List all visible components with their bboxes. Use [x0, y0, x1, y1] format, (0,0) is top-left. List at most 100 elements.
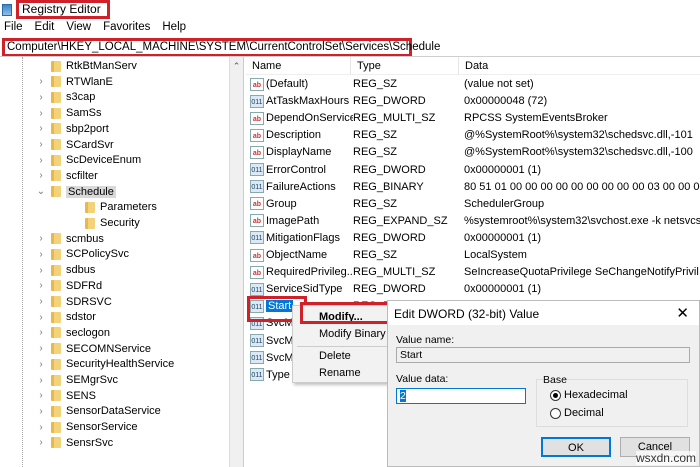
menu-view[interactable]: View [66, 21, 91, 33]
chevron-right-icon[interactable]: › [36, 327, 46, 338]
value-type: REG_MULTI_SZ [353, 112, 436, 125]
tree-item-label: s3cap [66, 91, 96, 104]
ok-button[interactable]: OK [541, 437, 611, 457]
binary-value-icon: 011 [250, 94, 264, 108]
menu-separator [297, 346, 387, 347]
tree-item[interactable]: › SEMgrSvc [36, 372, 118, 388]
chevron-right-icon[interactable]: › [36, 296, 46, 307]
tree-item[interactable]: › sdbus [36, 262, 95, 278]
chevron-right-icon[interactable]: › [36, 437, 46, 448]
chevron-right-icon[interactable]: › [36, 406, 46, 417]
value-name: FailureActions [266, 180, 336, 193]
menu-favorites[interactable]: Favorites [103, 21, 150, 33]
tree-item[interactable]: › s3cap [36, 89, 95, 105]
tree-item[interactable]: › sbp2port [36, 121, 108, 137]
string-value-icon: ab [250, 197, 264, 211]
close-icon[interactable]: ✕ [676, 304, 689, 322]
chevron-right-icon[interactable]: › [36, 390, 46, 401]
tree-item[interactable]: › SensrSvc [36, 435, 113, 451]
tree-item-label: Security [100, 217, 140, 229]
column-type[interactable]: Type [351, 57, 459, 74]
tree-item[interactable]: › SCPolicySvc [36, 246, 129, 262]
folder-icon [51, 374, 61, 386]
chevron-right-icon[interactable]: › [36, 92, 46, 103]
radio-unchecked-icon [550, 407, 561, 419]
chevron-right-icon[interactable]: › [36, 312, 46, 323]
chevron-right-icon[interactable]: › [36, 155, 46, 166]
tree-item[interactable]: › SensorDataService [36, 403, 160, 419]
chevron-right-icon[interactable]: › [36, 343, 46, 354]
tree-scrollbar[interactable]: ⌃ [230, 57, 244, 467]
tree-item[interactable]: ⌄ Schedule [36, 184, 116, 200]
chevron-right-icon[interactable]: › [36, 123, 46, 134]
value-row[interactable]: ab ObjectName REG_SZ LocalSystem [250, 247, 700, 263]
tree-item[interactable]: › seclogon [36, 325, 110, 341]
value-name-field[interactable]: Start [396, 347, 690, 363]
tree-item[interactable]: › scmbus [36, 231, 104, 247]
menu-modify-binary[interactable]: Modify Binary [319, 328, 386, 340]
chevron-right-icon[interactable]: › [36, 170, 46, 181]
value-row[interactable]: 011 MitigationFlags REG_DWORD 0x00000001 (1… [250, 230, 700, 246]
chevron-right-icon[interactable]: › [36, 139, 46, 150]
menu-file[interactable]: File [4, 21, 23, 33]
menu-edit[interactable]: Edit [35, 21, 55, 33]
value-row[interactable]: ab (Default) REG_SZ (value not set) [250, 76, 700, 92]
value-type: REG_DWORD [353, 231, 426, 244]
value-type: REG_DWORD [353, 283, 426, 296]
value-data: 0x00000001 (1) [464, 163, 542, 176]
value-row[interactable]: ab RequiredPrivileg... REG_MULTI_SZ SeIncre… [250, 264, 700, 280]
chevron-right-icon[interactable]: › [36, 280, 46, 291]
menu-rename[interactable]: Rename [319, 367, 361, 379]
value-row[interactable]: 011 FailureActions REG_BINARY 80 51 01 00 0… [250, 179, 700, 195]
tree-item[interactable]: › SCardSvr [36, 137, 113, 153]
chevron-right-icon[interactable]: › [36, 265, 46, 276]
values-header: Name Type Data [246, 57, 700, 75]
tree-item[interactable]: › SDRSVC [36, 294, 112, 310]
radio-hexadecimal[interactable]: Hexadecimal [550, 389, 628, 401]
tree-item[interactable]: › scfilter [36, 168, 98, 184]
tree-item[interactable]: › SENS [36, 388, 96, 404]
value-row[interactable]: ab DependOnService REG_MULTI_SZ RPCSS Syste… [250, 110, 700, 126]
radio-decimal[interactable]: Decimal [550, 407, 604, 419]
tree-item[interactable]: › SecurityHealthService [36, 356, 174, 372]
value-row[interactable]: ab ImagePath REG_EXPAND_SZ %systemroot%\sys… [250, 213, 700, 229]
chevron-right-icon[interactable]: › [36, 108, 46, 119]
address-bar[interactable]: Computer\HKEY_LOCAL_MACHINE\SYSTEM\Curre… [2, 38, 440, 57]
chevron-right-icon[interactable]: › [36, 233, 46, 244]
tree-item[interactable]: › RTWlanE [36, 74, 113, 90]
menu-help[interactable]: Help [162, 21, 186, 33]
chevron-down-icon[interactable]: ⌄ [36, 186, 46, 197]
value-row[interactable]: 011 ErrorControl REG_DWORD 0x00000001 (1) [250, 162, 700, 178]
value-row[interactable]: ab Group REG_SZ SchedulerGroup [250, 196, 700, 212]
tree-item[interactable]: Parameters [70, 199, 157, 215]
tree-item-label: seclogon [66, 326, 111, 339]
value-row[interactable]: 011 AtTaskMaxHours REG_DWORD 0x00000048 (72… [250, 93, 700, 109]
tree-item[interactable]: › sdstor [36, 309, 96, 325]
tree-item[interactable]: RtkBtManServ [36, 58, 137, 74]
tree-item-label: scfilter [66, 169, 98, 182]
folder-icon [51, 405, 61, 417]
chevron-right-icon[interactable]: › [36, 76, 46, 87]
value-row[interactable]: ab DisplayName REG_SZ @%SystemRoot%\system3… [250, 144, 700, 160]
tree-item[interactable]: › SamSs [36, 105, 101, 121]
value-data-input[interactable]: 2 [396, 388, 526, 404]
tree-item[interactable]: › SDFRd [36, 278, 102, 294]
menu-delete[interactable]: Delete [319, 350, 351, 362]
value-type: REG_BINARY [353, 180, 424, 193]
value-type: REG_SZ [353, 249, 398, 261]
value-row[interactable]: ab Description REG_SZ @%SystemRoot%\system3… [250, 127, 700, 143]
chevron-right-icon[interactable]: › [36, 375, 46, 386]
chevron-right-icon[interactable]: › [36, 249, 46, 260]
key-tree: RtkBtManServ › RTWlanE › s3cap › SamSs › sbp2por… [0, 57, 230, 467]
chevron-right-icon[interactable]: › [36, 359, 46, 370]
value-row[interactable]: 011 ServiceSidType REG_DWORD 0x00000001 (1) [250, 281, 700, 297]
tree-item[interactable]: › SECOMNService [36, 341, 151, 357]
tree-item[interactable]: › ScDeviceEnum [36, 152, 141, 168]
column-data[interactable]: Data [459, 57, 699, 74]
value-data: LocalSystem [464, 249, 527, 261]
tree-item[interactable]: Security [70, 215, 140, 231]
scroll-up-icon[interactable]: ⌃ [230, 61, 243, 72]
tree-item[interactable]: › SensorService [36, 419, 137, 435]
column-name[interactable]: Name [246, 57, 351, 74]
chevron-right-icon[interactable]: › [36, 422, 46, 433]
